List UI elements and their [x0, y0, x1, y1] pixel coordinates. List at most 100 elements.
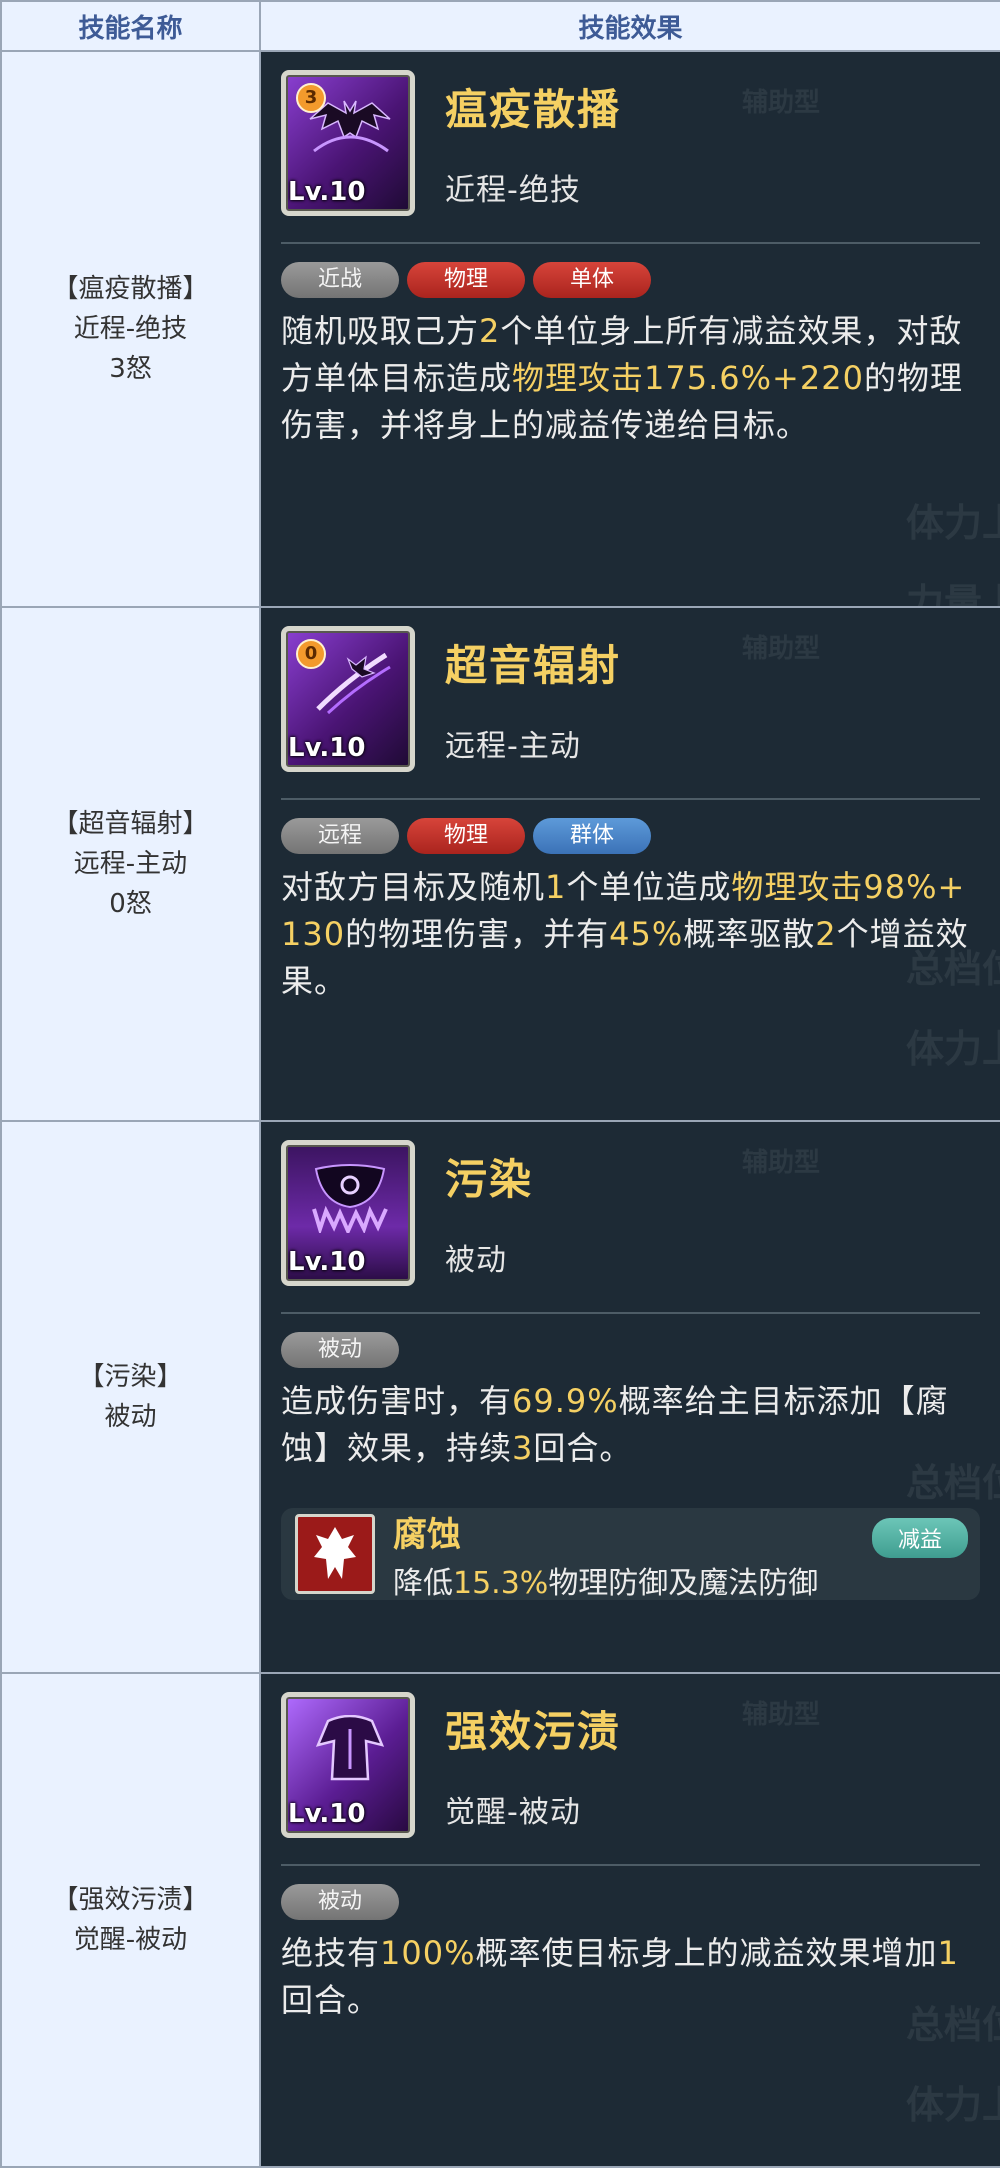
skill-subtitle: 被动: [445, 1243, 507, 1278]
watermark-text: 辅助型: [741, 1148, 820, 1178]
skill-description: 绝技有100%概率使目标身上的减益效果增加1 回合。: [281, 1930, 980, 2024]
watermark-text: 辅助型: [741, 634, 820, 664]
skill-description: 对敌方目标及随机1个单位造成物理攻击98%+130的物理伤害，并有45%概率驱散…: [281, 864, 980, 1005]
desc-text: 概率驱散: [683, 915, 816, 953]
tag-passive: 被动: [281, 1332, 399, 1368]
desc-highlight: 69.9%: [512, 1382, 619, 1420]
skill-effect-cell: 辅助型 总档位 体力上 Lv.10 强效污渍 觉醒-被动: [259, 1672, 1000, 2168]
desc-text: 的物理伤害，并有: [345, 915, 610, 953]
skill-name-cell: 【强效污渍】 觉醒-被动: [0, 1672, 261, 2168]
skill-name-cell: 【污染】 被动: [0, 1120, 261, 1674]
watermark-text: 体力上: [905, 2083, 999, 2127]
divider: [281, 1312, 980, 1314]
skill-cost-label: 3怒: [109, 354, 152, 384]
header-skill-name: 技能名称: [0, 0, 261, 52]
watermark-text: 总档位: [905, 2003, 999, 2047]
skill-name-cell: 【瘟疫散播】 近程-绝技 3怒: [0, 50, 261, 608]
skill-cost-label: 0怒: [109, 889, 152, 919]
skill-level-label: Lv.10: [288, 733, 366, 763]
rage-cost-badge: 0: [296, 639, 326, 669]
slime-icon: [312, 1164, 388, 1233]
bat-skill-icon: 3 Lv.10: [281, 70, 415, 216]
skill-title: 污染: [445, 1155, 534, 1204]
corrosion-icon: [295, 1514, 375, 1594]
skill-name-label: 【瘟疫散播】: [52, 274, 209, 304]
skill-type-label: 远程-主动: [73, 849, 188, 879]
debuff-name: 腐蚀: [393, 1514, 461, 1555]
watermark-text: 辅助型: [741, 88, 820, 118]
desc-text: 造成伤害时，有: [281, 1382, 513, 1420]
debuff-badge: 减益: [871, 1518, 968, 1558]
rage-cost-badge: 3: [296, 83, 326, 113]
skill-title: 瘟疫散播: [445, 85, 622, 134]
cloak-icon: [315, 1715, 385, 1781]
desc-highlight: 2: [815, 915, 837, 953]
debuff-card: 腐蚀 降低15.3%物理防御及魔法防御 减益: [281, 1508, 980, 1602]
tag-physical: 物理: [407, 818, 525, 854]
desc-text: 物理防御及魔法防御: [548, 1565, 819, 1601]
skill-name-label: 【污染】: [78, 1362, 183, 1392]
skill-type-label: 近程-绝技: [73, 314, 188, 344]
skills-table: 技能名称 技能效果 【瘟疫散播】 近程-绝技 3怒 辅助型 体力上 力量上: [0, 0, 1000, 2168]
tag-physical: 物理: [407, 262, 525, 298]
divider: [281, 798, 980, 800]
desc-text: 降低: [393, 1565, 453, 1601]
skill-title: 强效污渍: [445, 1707, 622, 1756]
skill-effect-cell: 辅助型 总档位 Lv.10 污染 被动: [259, 1120, 1000, 1674]
desc-highlight: 100%: [380, 1934, 476, 1972]
skill-name-cell: 【超音辐射】 远程-主动 0怒: [0, 606, 261, 1122]
desc-text: 回合。: [533, 1429, 633, 1467]
pollution-skill-icon: Lv.10: [281, 1140, 415, 1286]
watermark-text: 体力上: [905, 1027, 999, 1071]
table-row: 【强效污渍】 觉醒-被动 辅助型 总档位 体力上 Lv.10: [0, 1672, 1000, 2168]
sonic-skill-icon: 0 Lv.10: [281, 626, 415, 772]
tag-group: 群体: [533, 818, 651, 854]
skill-level-label: Lv.10: [288, 1799, 366, 1829]
skill-subtitle: 近程-绝技: [445, 173, 581, 208]
desc-highlight: 1: [937, 1934, 959, 1972]
watermark-text: 总档位: [905, 947, 999, 991]
table-row: 【超音辐射】 远程-主动 0怒 辅助型 总档位 体力上 0 Lv: [0, 606, 1000, 1122]
divider: [281, 242, 980, 244]
skill-name-label: 【强效污渍】: [52, 1885, 209, 1915]
skill-tags: 被动: [281, 1884, 980, 1920]
header-row: 技能名称 技能效果: [0, 0, 1000, 52]
tag-melee: 近战: [281, 262, 399, 298]
desc-text: 随机吸取己方: [281, 312, 480, 350]
skill-level-label: Lv.10: [288, 177, 366, 207]
skill-effect-cell: 辅助型 总档位 体力上 0 Lv.10 超音辐射: [259, 606, 1000, 1122]
tag-ranged: 远程: [281, 818, 399, 854]
skill-description: 造成伤害时，有69.9%概率给主目标添加【腐蚀】效果，持续3回合。: [281, 1378, 980, 1472]
desc-highlight: 物理攻击175.6%+220: [512, 359, 864, 397]
table-row: 【污染】 被动 辅助型 总档位 Lv.10 污染: [0, 1120, 1000, 1674]
divider: [281, 1864, 980, 1866]
tag-single: 单体: [533, 262, 651, 298]
skill-subtitle: 觉醒-被动: [445, 1795, 581, 1830]
desc-highlight: 3: [512, 1429, 534, 1467]
desc-text: 对敌方目标及随机: [281, 868, 546, 906]
skill-tags: 被动: [281, 1332, 980, 1368]
desc-text: 回合。: [281, 1981, 381, 2019]
desc-highlight: 1: [545, 868, 567, 906]
desc-highlight: 2: [479, 312, 501, 350]
skill-name-label: 【超音辐射】: [52, 809, 209, 839]
skill-level-label: Lv.10: [288, 1247, 366, 1277]
desc-highlight: 15.3%: [453, 1565, 549, 1601]
skill-subtitle: 远程-主动: [445, 729, 581, 764]
watermark-text: 辅助型: [741, 1700, 820, 1730]
skill-description: 随机吸取己方2个单位身上所有减益效果，对敌方单体目标造成物理攻击175.6%+2…: [281, 308, 980, 449]
skill-type-label: 觉醒-被动: [73, 1925, 188, 1955]
desc-highlight: 45%: [609, 915, 684, 953]
watermark-text: 力量上: [905, 581, 999, 607]
stain-skill-icon: Lv.10: [281, 1692, 415, 1838]
skill-tags: 近战 物理 单体: [281, 262, 980, 298]
tag-passive: 被动: [281, 1884, 399, 1920]
desc-text: 个单位造成: [566, 868, 732, 906]
debuff-description: 降低15.3%物理防御及魔法防御: [393, 1558, 818, 1602]
skill-type-label: 被动: [104, 1402, 157, 1432]
skill-title: 超音辐射: [445, 641, 622, 690]
table-row: 【瘟疫散播】 近程-绝技 3怒 辅助型 体力上 力量上 3 Lv.10: [0, 50, 1000, 608]
skill-tags: 远程 物理 群体: [281, 818, 980, 854]
watermark-text: 总档位: [905, 1461, 999, 1505]
watermark-text: 体力上: [905, 501, 999, 545]
